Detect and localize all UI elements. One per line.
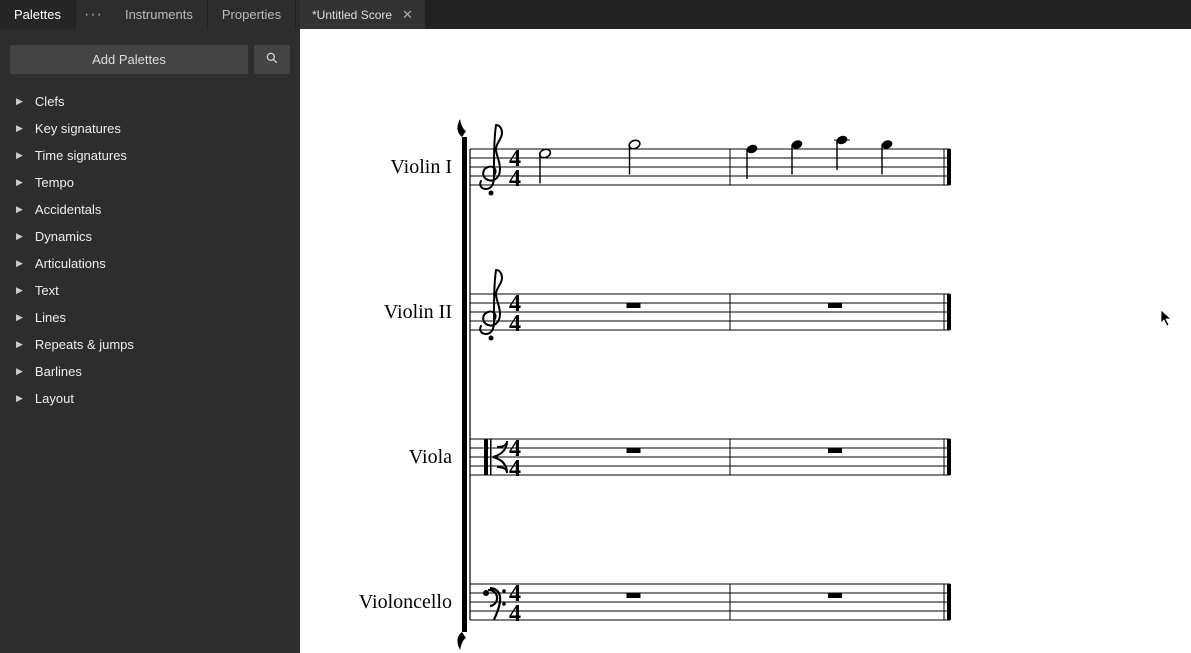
palette-item-label: Dynamics (35, 229, 92, 244)
search-icon (265, 51, 279, 68)
svg-text:4: 4 (509, 456, 521, 482)
palette-item-label: Layout (35, 391, 74, 406)
search-button[interactable] (254, 45, 290, 74)
palette-item-label: Lines (35, 310, 66, 325)
palette-item-label: Articulations (35, 256, 106, 271)
palette-item-label: Key signatures (35, 121, 121, 136)
palette-item-label: Barlines (35, 364, 82, 379)
chevron-right-icon: ▶ (16, 312, 23, 323)
chevron-right-icon: ▶ (16, 393, 23, 404)
panel-tabs: Palettes ··· Instruments Properties (0, 0, 300, 29)
svg-text:4: 4 (509, 166, 521, 192)
instrument-label: Violoncello (359, 591, 452, 613)
add-palettes-button[interactable]: Add Palettes (10, 45, 248, 74)
palette-item-lines[interactable]: ▶ Lines (0, 304, 300, 331)
chevron-right-icon: ▶ (16, 339, 23, 350)
palette-item-repeats-jumps[interactable]: ▶ Repeats & jumps (0, 331, 300, 358)
palette-item-label: Time signatures (35, 148, 127, 163)
palette-item-label: Accidentals (35, 202, 101, 217)
svg-text:4: 4 (509, 601, 521, 627)
chevron-right-icon: ▶ (16, 258, 23, 269)
instrument-label: Violin I (390, 156, 452, 178)
palette-item-dynamics[interactable]: ▶ Dynamics (0, 223, 300, 250)
instrument-label: Violin II (384, 301, 452, 323)
palette-item-barlines[interactable]: ▶ Barlines (0, 358, 300, 385)
chevron-right-icon: ▶ (16, 177, 23, 188)
palette-item-layout[interactable]: ▶ Layout (0, 385, 300, 412)
palette-item-label: Clefs (35, 94, 65, 109)
doc-tab-untitled[interactable]: *Untitled Score ✕ (300, 0, 426, 29)
doc-tabs: *Untitled Score ✕ (300, 0, 1191, 29)
svg-text:4: 4 (509, 311, 521, 337)
palette-item-clefs[interactable]: ▶ Clefs (0, 88, 300, 115)
palette-list: ▶ Clefs ▶ Key signatures ▶ Time signatures ▶ Te… (0, 84, 300, 412)
tab-more-icon[interactable]: ··· (76, 0, 111, 29)
palette-item-tempo[interactable]: ▶ Tempo (0, 169, 300, 196)
chevron-right-icon: ▶ (16, 285, 23, 296)
tab-properties[interactable]: Properties (208, 0, 296, 29)
palette-item-time-signatures[interactable]: ▶ Time signatures (0, 142, 300, 169)
chevron-right-icon: ▶ (16, 123, 23, 134)
chevron-right-icon: ▶ (16, 231, 23, 242)
instrument-label: Viola (409, 446, 452, 468)
close-icon[interactable]: ✕ (402, 7, 413, 23)
palette-item-accidentals[interactable]: ▶ Accidentals (0, 196, 300, 223)
palette-item-label: Repeats & jumps (35, 337, 134, 352)
sidebar: Add Palettes ▶ Clefs ▶ Key signatures ▶ Time … (0, 29, 300, 653)
chevron-right-icon: ▶ (16, 96, 23, 107)
palette-item-key-signatures[interactable]: ▶ Key signatures (0, 115, 300, 142)
palette-item-label: Text (35, 283, 59, 298)
chevron-right-icon: ▶ (16, 204, 23, 215)
chevron-right-icon: ▶ (16, 150, 23, 161)
tab-instruments[interactable]: Instruments (111, 0, 208, 29)
tab-palettes[interactable]: Palettes (0, 0, 76, 29)
palette-item-articulations[interactable]: ▶ Articulations (0, 250, 300, 277)
doc-tab-title: *Untitled Score (312, 8, 392, 22)
score-canvas[interactable]: Violin I44Violin II44Viola44Violoncello4… (300, 29, 1191, 653)
chevron-right-icon: ▶ (16, 366, 23, 377)
palette-item-text[interactable]: ▶ Text (0, 277, 300, 304)
palette-item-label: Tempo (35, 175, 74, 190)
